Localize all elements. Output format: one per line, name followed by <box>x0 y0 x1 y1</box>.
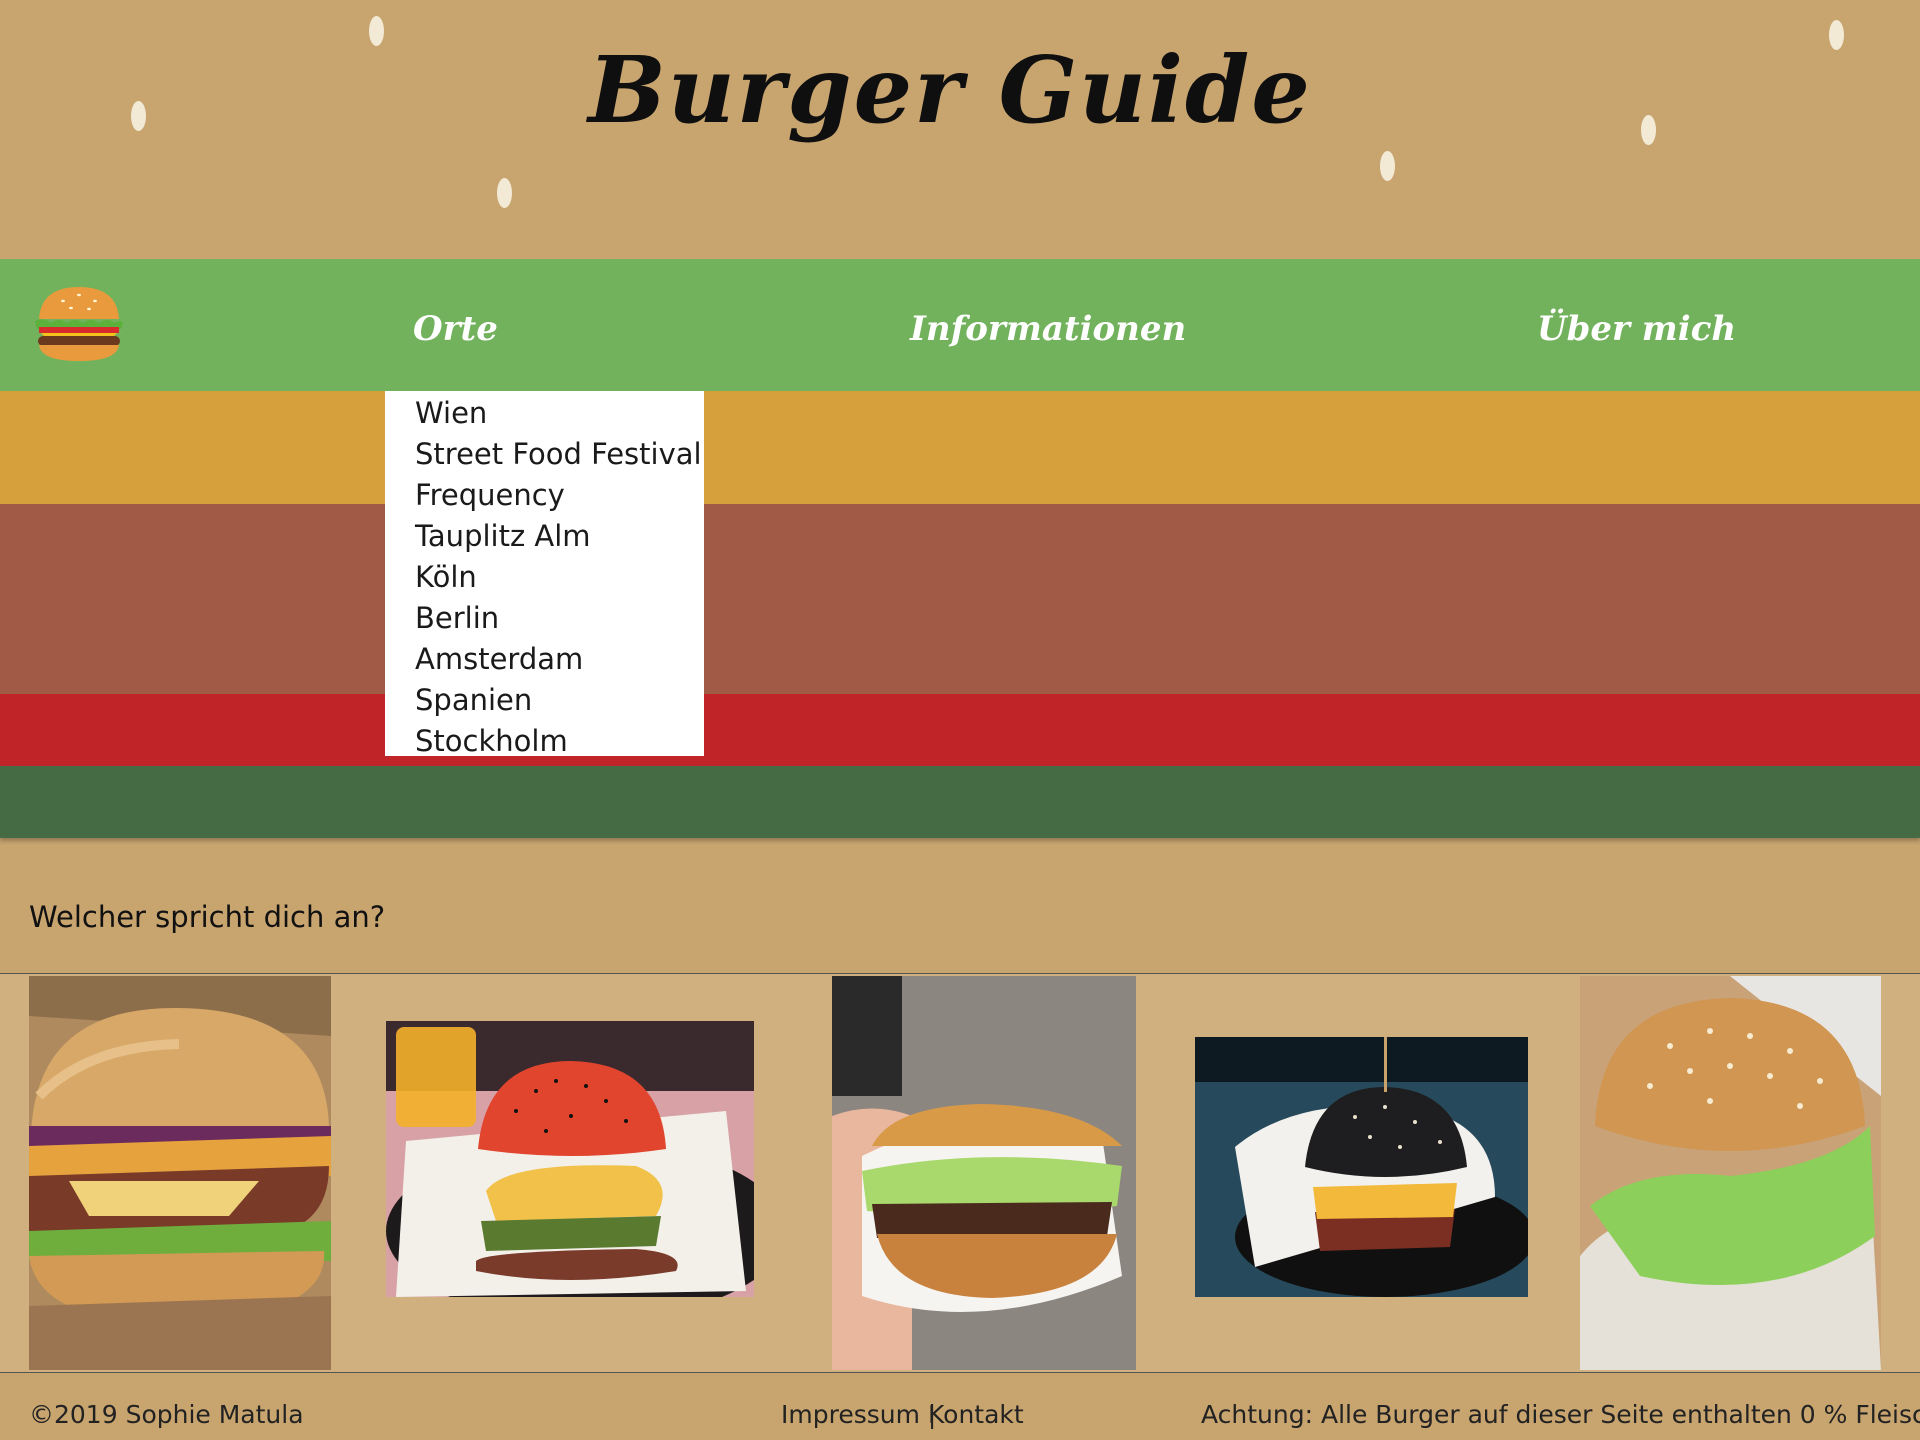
dropdown-item-street-food-festival[interactable]: Street Food Festival <box>415 434 704 475</box>
dropdown-item-spanien[interactable]: Spanien <box>415 680 704 721</box>
dropdown-item-tauplitz-alm[interactable]: Tauplitz Alm <box>415 516 704 557</box>
section-question: Welcher spricht dich an? <box>29 900 386 934</box>
dropdown-item-amsterdam[interactable]: Amsterdam <box>415 639 704 680</box>
footer-impressum-link[interactable]: Impressum | <box>781 1400 936 1429</box>
lettuce-stripe <box>0 766 1920 838</box>
dropdown-item-berlin[interactable]: Berlin <box>415 598 704 639</box>
dropdown-item-koeln[interactable]: Köln <box>415 557 704 598</box>
site-header: Burger Guide <box>0 0 1920 259</box>
burger-photo-sesame-lettuce[interactable] <box>1580 976 1881 1370</box>
hamburger-icon[interactable] <box>33 281 125 365</box>
dropdown-item-stockholm[interactable]: Stockholm <box>415 721 704 762</box>
tomato-stripe <box>0 694 1920 766</box>
main-nav: Orte Informationen Über mich <box>0 259 1920 391</box>
footer-vegan-note: Achtung: Alle Burger auf dieser Seite en… <box>1201 1400 1920 1429</box>
cheese-stripe <box>0 391 1920 504</box>
burger-gallery <box>0 973 1920 1373</box>
nav-item-informationen[interactable]: Informationen <box>910 309 1186 349</box>
burger-photo-black-bun[interactable] <box>1195 1037 1528 1297</box>
site-title: Burger Guide <box>588 36 1312 144</box>
burger-photo-in-hand[interactable] <box>832 976 1136 1370</box>
sesame-seed-decoration <box>1380 151 1395 181</box>
burger-photo-red-bun[interactable] <box>386 1021 754 1297</box>
patty-stripe <box>0 504 1920 694</box>
footer-kontakt-link[interactable]: Kontakt <box>928 1400 1024 1429</box>
sesame-seed-decoration <box>497 178 512 208</box>
dropdown-item-wien[interactable]: Wien <box>415 393 704 434</box>
orte-dropdown-menu: Wien Street Food Festival Frequency Taup… <box>385 391 704 758</box>
nav-item-orte[interactable]: Orte <box>413 309 498 349</box>
burger-photo-vegan-patty[interactable] <box>29 976 331 1370</box>
nav-item-ueber-mich[interactable]: Über mich <box>1537 309 1736 349</box>
footer-copyright: ©2019 Sophie Matula <box>29 1400 304 1429</box>
dropdown-item-frequency[interactable]: Frequency <box>415 475 704 516</box>
